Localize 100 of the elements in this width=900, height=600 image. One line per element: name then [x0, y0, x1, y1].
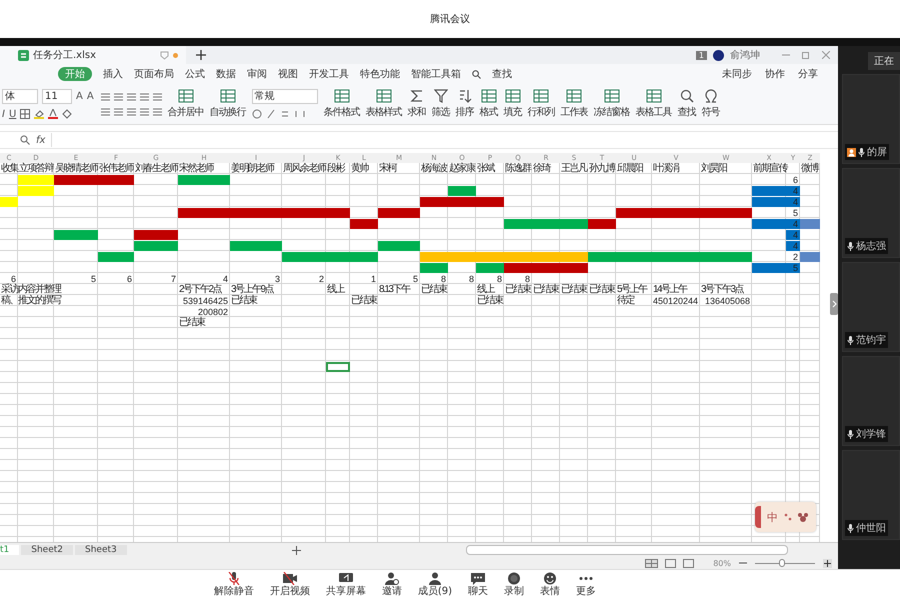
video-tile[interactable]: 仲世阳	[842, 450, 900, 540]
toolbar-button[interactable]: 表格工具	[636, 89, 672, 119]
filled-cell[interactable]	[560, 219, 588, 229]
menu-tab[interactable]: 开发工具	[309, 67, 349, 81]
filled-cell[interactable]	[588, 219, 616, 229]
menu-tab[interactable]: 页面布局	[134, 67, 174, 81]
eraser-icon[interactable]	[62, 109, 72, 119]
filled-cell[interactable]	[560, 263, 588, 273]
filled-cell[interactable]	[504, 219, 532, 229]
menu-tab[interactable]: 公式	[185, 67, 205, 81]
filled-cell[interactable]	[230, 241, 282, 251]
font-size-button[interactable]: A	[76, 90, 83, 102]
filled-cell[interactable]	[752, 197, 786, 207]
menu-action[interactable]: 协作	[765, 67, 785, 81]
alignment-icons[interactable]	[100, 106, 162, 116]
filled-cell[interactable]	[700, 252, 752, 262]
close-icon[interactable]	[822, 51, 830, 59]
sheet-tab[interactable]: t1	[0, 545, 20, 555]
toolbar-button[interactable]: 求和	[408, 89, 426, 119]
toolbar-button[interactable]: 排序	[456, 89, 474, 119]
video-tile[interactable]: 杨志强	[842, 168, 900, 258]
filled-cell[interactable]	[18, 175, 54, 185]
function-label[interactable]: fx	[36, 134, 46, 146]
filled-cell[interactable]	[448, 186, 476, 196]
toolbar-button[interactable]: 填充	[504, 89, 522, 119]
filled-cell[interactable]	[420, 197, 448, 207]
menu-tab[interactable]: 特色功能	[360, 67, 400, 81]
font-size-field[interactable]: 11	[42, 88, 72, 104]
border-icon[interactable]	[20, 109, 30, 119]
filled-cell[interactable]	[476, 197, 504, 207]
filled-cell[interactable]	[326, 208, 350, 218]
toolbar-button[interactable]: 筛选	[432, 89, 450, 119]
fill-color-icon[interactable]	[34, 109, 44, 119]
input-method-widget[interactable]: 中	[755, 502, 816, 532]
menu-action[interactable]: 分享	[798, 67, 818, 81]
selected-cell[interactable]	[326, 362, 350, 372]
text-style-button[interactable]: U	[8, 108, 16, 120]
video-tile[interactable]: 刘学锋	[842, 356, 900, 446]
filled-cell[interactable]	[98, 175, 134, 185]
filled-cell[interactable]	[560, 252, 588, 262]
toolbar-button[interactable]: 条件格式	[324, 89, 360, 119]
filled-cell[interactable]	[588, 252, 616, 262]
filled-cell[interactable]	[752, 186, 786, 196]
filled-cell[interactable]	[98, 252, 134, 262]
notification-badge[interactable]: 1	[696, 50, 707, 60]
meeting-button[interactable]: 表情	[540, 570, 560, 600]
zoom-icon[interactable]	[20, 135, 30, 145]
font-field[interactable]: 体	[2, 88, 38, 104]
filled-cell[interactable]	[800, 219, 820, 229]
add-tab-icon[interactable]	[196, 50, 206, 60]
meeting-button[interactable]: 解除静音	[214, 570, 254, 600]
filled-cell[interactable]	[476, 263, 504, 273]
file-tab[interactable]: 任务分工.xlsx	[0, 46, 186, 64]
filled-cell[interactable]	[378, 241, 420, 251]
font-color-icon[interactable]	[48, 109, 58, 119]
menu-tab[interactable]: 审阅	[247, 67, 267, 81]
collapse-handle[interactable]	[830, 293, 838, 315]
zoom-in-icon[interactable]	[823, 558, 832, 568]
video-tile[interactable]: 的屏	[842, 74, 900, 164]
filled-cell[interactable]	[0, 197, 18, 207]
filled-cell[interactable]	[504, 263, 532, 273]
toolbar-button[interactable]: 查找	[678, 89, 696, 119]
meeting-button[interactable]: 更多	[576, 570, 596, 600]
zoom-slider[interactable]	[779, 558, 785, 566]
menu-action[interactable]: 未同步	[722, 67, 752, 81]
filled-cell[interactable]	[752, 219, 786, 229]
status-button[interactable]: 正在	[868, 52, 900, 70]
meeting-button[interactable]: 邀请	[382, 570, 402, 600]
sheet-tab[interactable]: Sheet2	[21, 545, 74, 555]
filled-cell[interactable]	[134, 241, 178, 251]
video-tile[interactable]: 范钧宇	[842, 262, 900, 352]
filled-cell[interactable]	[752, 263, 786, 273]
meeting-button[interactable]: 录制	[504, 570, 524, 600]
filled-cell[interactable]	[54, 175, 98, 185]
menu-tab[interactable]: 插入	[103, 67, 123, 81]
scrollbar[interactable]	[466, 545, 788, 555]
filled-cell[interactable]	[420, 252, 448, 262]
filled-cell[interactable]	[616, 208, 652, 218]
filled-cell[interactable]	[54, 230, 98, 240]
filled-cell[interactable]	[700, 208, 752, 218]
menu-tab[interactable]: 视图	[278, 67, 298, 81]
restore-icon[interactable]	[802, 51, 810, 59]
toolbar-button[interactable]: 格式	[480, 89, 498, 119]
toolbar-button[interactable]: 行和列	[528, 89, 555, 119]
toolbar-button[interactable]: 冻结窗格	[594, 89, 630, 119]
toolbar-button[interactable]: 工作表	[560, 89, 588, 119]
meeting-button[interactable]: 成员(9)	[418, 570, 452, 600]
filled-cell[interactable]	[178, 208, 230, 218]
filled-cell[interactable]	[350, 219, 378, 229]
meeting-button[interactable]: 聊天	[468, 570, 488, 600]
alignment-icons[interactable]	[100, 92, 162, 102]
menu-tab[interactable]: 智能工具箱	[411, 67, 461, 81]
menu-tab[interactable]: 查找	[492, 67, 512, 81]
toolbar-button[interactable]: 合并居中	[168, 89, 204, 119]
add-sheet-icon[interactable]	[292, 546, 301, 554]
meeting-button[interactable]: 共享屏幕	[326, 570, 366, 600]
font-size-button[interactable]: A	[86, 90, 94, 102]
user-name[interactable]: 俞鸿坤	[730, 48, 760, 62]
filled-cell[interactable]	[350, 252, 378, 262]
menu-tab[interactable]: 数据	[216, 67, 236, 81]
